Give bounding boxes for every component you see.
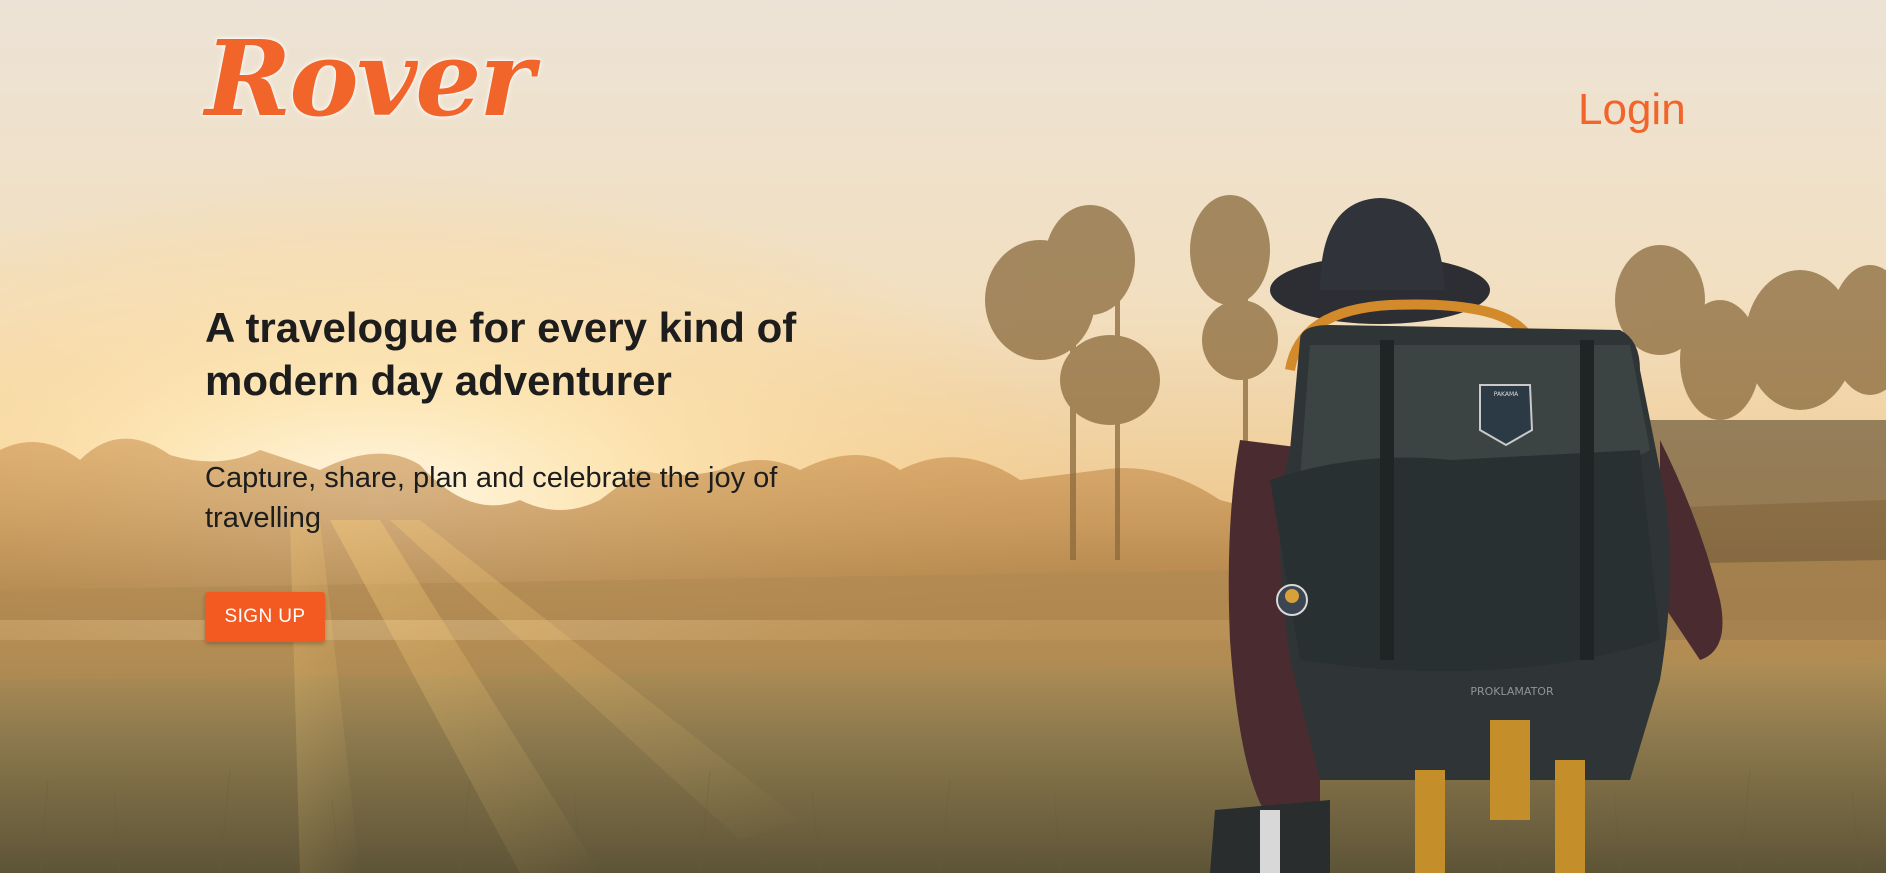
backpack-patch-text: PAKAMA (1494, 391, 1519, 398)
hero-section: PAKAMA PROKLAMATOR Rover Login A travelo… (0, 0, 1886, 873)
hero-subheadline: Capture, share, plan and celebrate the j… (205, 462, 778, 534)
hero-headline: A travelogue for every kind of modern da… (205, 304, 797, 404)
brand-logo[interactable]: Rover (205, 21, 534, 136)
sign-up-button[interactable]: SIGN UP (205, 592, 325, 642)
backpack-brand-text: PROKLAMATOR (1470, 685, 1554, 698)
login-link[interactable]: Login (1578, 88, 1686, 132)
